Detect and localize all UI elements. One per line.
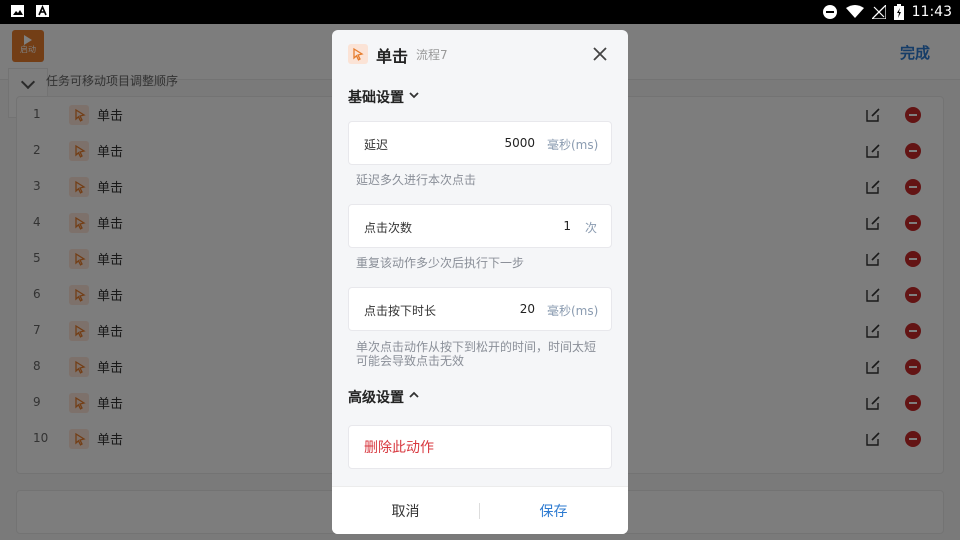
- delay-input[interactable]: 5000: [504, 136, 535, 150]
- press-duration-input[interactable]: 20: [520, 302, 535, 316]
- save-button[interactable]: 保存: [480, 487, 627, 534]
- action-settings-dialog: 单击 流程7 基础设置 延迟 5000 毫秒(ms) 延迟多久进行本次点击 点击…: [332, 30, 628, 534]
- click-count-help: 重复该动作多少次后执行下一步: [356, 256, 525, 270]
- battery-charging-icon: [893, 4, 904, 20]
- advanced-settings-header[interactable]: 高级设置: [348, 387, 404, 407]
- chevron-down-icon[interactable]: [409, 90, 419, 100]
- clock: 11:43: [911, 4, 952, 20]
- delay-field[interactable]: 延迟 5000 毫秒(ms): [348, 121, 612, 165]
- image-icon: [11, 5, 24, 17]
- field-unit: 次: [585, 221, 598, 235]
- click-count-input[interactable]: 1: [563, 219, 571, 233]
- dialog-subtitle: 流程7: [416, 48, 448, 62]
- dialog-header: 单击 流程7: [332, 30, 628, 78]
- field-unit: 毫秒(ms): [547, 304, 599, 318]
- status-bar: 11:43: [0, 0, 960, 24]
- field-unit: 毫秒(ms): [547, 138, 599, 152]
- press-duration-field[interactable]: 点击按下时长 20 毫秒(ms): [348, 287, 612, 331]
- click-count-field[interactable]: 点击次数 1 次: [348, 204, 612, 248]
- do-not-disturb-icon: [822, 5, 837, 19]
- signal-icon: [871, 5, 886, 19]
- font-icon: [36, 5, 49, 17]
- delete-action-button[interactable]: 删除此动作: [348, 425, 612, 469]
- field-label: 点击按下时长: [364, 304, 437, 318]
- field-label: 点击次数: [364, 221, 413, 235]
- close-icon[interactable]: [590, 44, 610, 64]
- cancel-button[interactable]: 取消: [332, 487, 479, 534]
- dialog-title: 单击: [376, 47, 409, 66]
- tap-icon: [348, 44, 368, 64]
- delay-help: 延迟多久进行本次点击: [356, 173, 477, 187]
- press-duration-help: 单次点击动作从按下到松开的时间，时间太短可能会导致点击无效: [356, 340, 597, 368]
- field-label: 延迟: [364, 138, 389, 152]
- basic-settings-header[interactable]: 基础设置: [348, 87, 404, 107]
- chevron-up-icon[interactable]: [409, 390, 419, 400]
- wifi-icon: [845, 5, 864, 18]
- dialog-footer: 取消 保存: [332, 486, 628, 534]
